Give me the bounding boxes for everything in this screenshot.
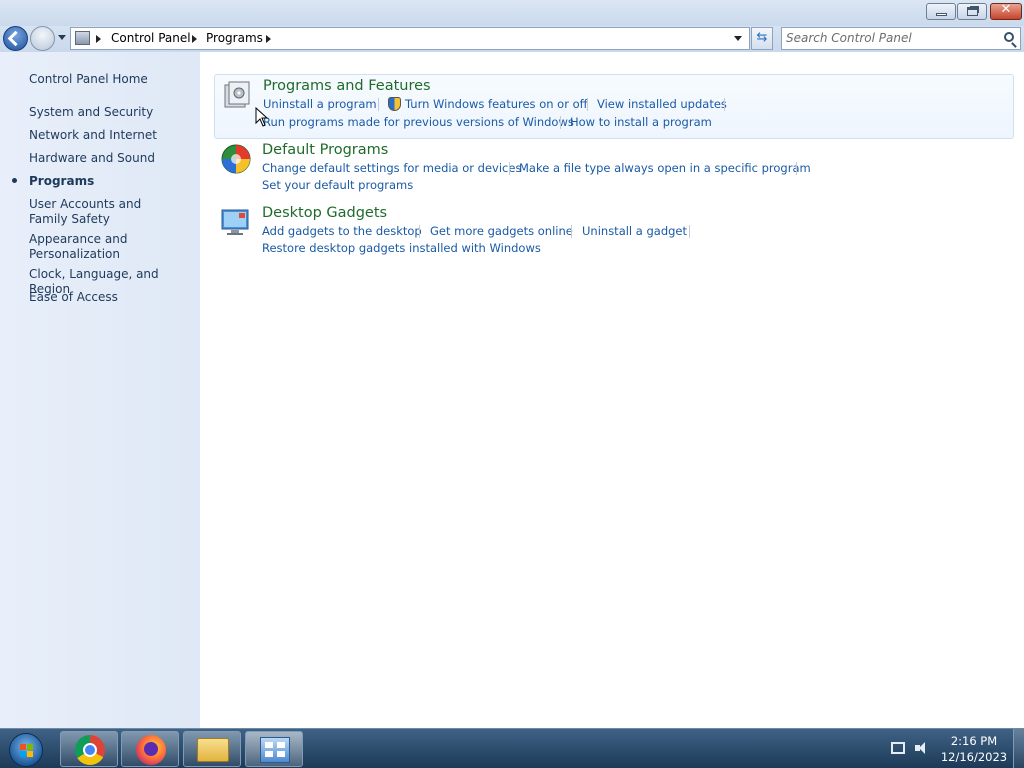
recent-pages-dropdown-icon[interactable] bbox=[58, 35, 66, 40]
taskbar-firefox-button[interactable] bbox=[121, 731, 179, 767]
sidebar-item-system-security[interactable]: System and Security bbox=[29, 105, 194, 120]
windows-logo-icon bbox=[9, 733, 43, 767]
firefox-icon bbox=[136, 735, 166, 765]
refresh-button[interactable]: ⇆ bbox=[751, 27, 773, 50]
taskbar-explorer-button[interactable] bbox=[183, 731, 241, 767]
folder-icon bbox=[197, 738, 229, 762]
minimize-button[interactable] bbox=[926, 3, 956, 20]
category-title-desktop-gadgets[interactable]: Desktop Gadgets bbox=[262, 205, 387, 221]
category-default-programs: Default Programs Change default settings… bbox=[214, 140, 1014, 200]
navigation-bar: Control Panel Programs ⇆ bbox=[0, 26, 1024, 52]
volume-icon[interactable] bbox=[915, 741, 931, 755]
breadcrumb-programs[interactable]: Programs bbox=[206, 31, 263, 45]
sidebar-item-programs[interactable]: Programs bbox=[29, 174, 194, 189]
divider bbox=[378, 98, 379, 111]
close-button[interactable]: ✕ bbox=[990, 2, 1022, 20]
task-set-default-programs[interactable]: Set your default programs bbox=[262, 178, 413, 192]
task-uninstall-gadget[interactable]: Uninstall a gadget bbox=[582, 224, 687, 238]
control-panel-icon bbox=[75, 31, 90, 45]
sidebar: Control Panel Home System and Security N… bbox=[0, 52, 200, 728]
start-button[interactable] bbox=[3, 731, 49, 767]
address-dropdown-icon[interactable] bbox=[734, 36, 742, 41]
clock-time: 2:16 PM bbox=[950, 734, 998, 748]
search-input[interactable] bbox=[786, 31, 996, 45]
breadcrumb-separator-icon[interactable] bbox=[96, 35, 101, 43]
search-icon[interactable] bbox=[1004, 32, 1014, 42]
default-programs-icon bbox=[221, 144, 251, 174]
task-how-to-install[interactable]: How to install a program bbox=[570, 115, 712, 129]
restore-icon bbox=[967, 7, 978, 16]
taskbar: 2:16 PM 12/16/2023 bbox=[0, 728, 1024, 768]
sidebar-item-ease-of-access[interactable]: Ease of Access bbox=[29, 290, 194, 305]
sidebar-item-appearance[interactable]: Appearance and Personalization bbox=[29, 232, 139, 262]
breadcrumb-separator-icon[interactable] bbox=[192, 35, 197, 43]
task-run-older-programs[interactable]: Run programs made for previous versions … bbox=[263, 115, 574, 129]
task-get-more-gadgets[interactable]: Get more gadgets online bbox=[430, 224, 573, 238]
sidebar-item-control-panel-home[interactable]: Control Panel Home bbox=[29, 72, 194, 87]
active-indicator bbox=[12, 178, 17, 183]
title-bar: ✕ bbox=[0, 0, 1024, 26]
category-title-programs-features[interactable]: Programs and Features bbox=[263, 78, 431, 94]
divider bbox=[689, 225, 690, 238]
uac-shield-icon bbox=[388, 97, 401, 111]
chrome-icon bbox=[75, 735, 105, 765]
task-uninstall-program[interactable]: Uninstall a program bbox=[263, 97, 377, 111]
category-desktop-gadgets: Desktop Gadgets Add gadgets to the deskt… bbox=[214, 204, 1014, 264]
close-icon: ✕ bbox=[1000, 2, 1012, 17]
back-button[interactable] bbox=[3, 26, 28, 51]
main-content: Programs and Features Uninstall a progra… bbox=[200, 52, 1024, 728]
forward-button[interactable] bbox=[30, 26, 55, 51]
divider bbox=[796, 162, 797, 175]
taskbar-control-panel-button[interactable] bbox=[245, 731, 303, 767]
sidebar-item-user-accounts[interactable]: User Accounts and Family Safety bbox=[29, 197, 177, 227]
show-desktop-button[interactable] bbox=[1013, 729, 1024, 768]
divider bbox=[560, 116, 561, 129]
divider bbox=[571, 225, 572, 238]
task-file-type-association[interactable]: Make a file type always open in a specif… bbox=[519, 161, 811, 175]
system-clock[interactable]: 2:16 PM 12/16/2023 bbox=[936, 733, 1012, 765]
divider bbox=[509, 162, 510, 175]
task-change-media-defaults[interactable]: Change default settings for media or dev… bbox=[262, 161, 521, 175]
sidebar-item-network-internet[interactable]: Network and Internet bbox=[29, 128, 194, 143]
restore-button[interactable] bbox=[957, 3, 987, 20]
breadcrumb-separator-icon[interactable] bbox=[266, 35, 271, 43]
sidebar-item-hardware-sound[interactable]: Hardware and Sound bbox=[29, 151, 194, 166]
divider bbox=[724, 98, 725, 111]
address-bar[interactable]: Control Panel Programs bbox=[70, 27, 750, 50]
task-restore-gadgets[interactable]: Restore desktop gadgets installed with W… bbox=[262, 241, 541, 255]
category-title-default-programs[interactable]: Default Programs bbox=[262, 142, 388, 158]
search-box[interactable] bbox=[781, 27, 1021, 50]
minimize-icon bbox=[936, 13, 947, 16]
task-windows-features[interactable]: Turn Windows features on or off bbox=[405, 97, 588, 111]
refresh-icon: ⇆ bbox=[756, 30, 768, 45]
breadcrumb-control-panel[interactable]: Control Panel bbox=[111, 31, 191, 45]
control-panel-icon bbox=[260, 737, 290, 763]
task-view-installed-updates[interactable]: View installed updates bbox=[597, 97, 727, 111]
desktop-gadgets-icon bbox=[221, 209, 249, 235]
programs-features-icon bbox=[224, 81, 250, 108]
clock-date: 12/16/2023 bbox=[940, 750, 1008, 764]
divider bbox=[419, 225, 420, 238]
category-programs-features: Programs and Features Uninstall a progra… bbox=[214, 74, 1014, 139]
taskbar-chrome-button[interactable] bbox=[60, 731, 118, 767]
network-icon[interactable] bbox=[891, 742, 905, 754]
mouse-cursor-icon bbox=[255, 107, 269, 127]
divider bbox=[587, 98, 588, 111]
task-add-gadgets[interactable]: Add gadgets to the desktop bbox=[262, 224, 422, 238]
